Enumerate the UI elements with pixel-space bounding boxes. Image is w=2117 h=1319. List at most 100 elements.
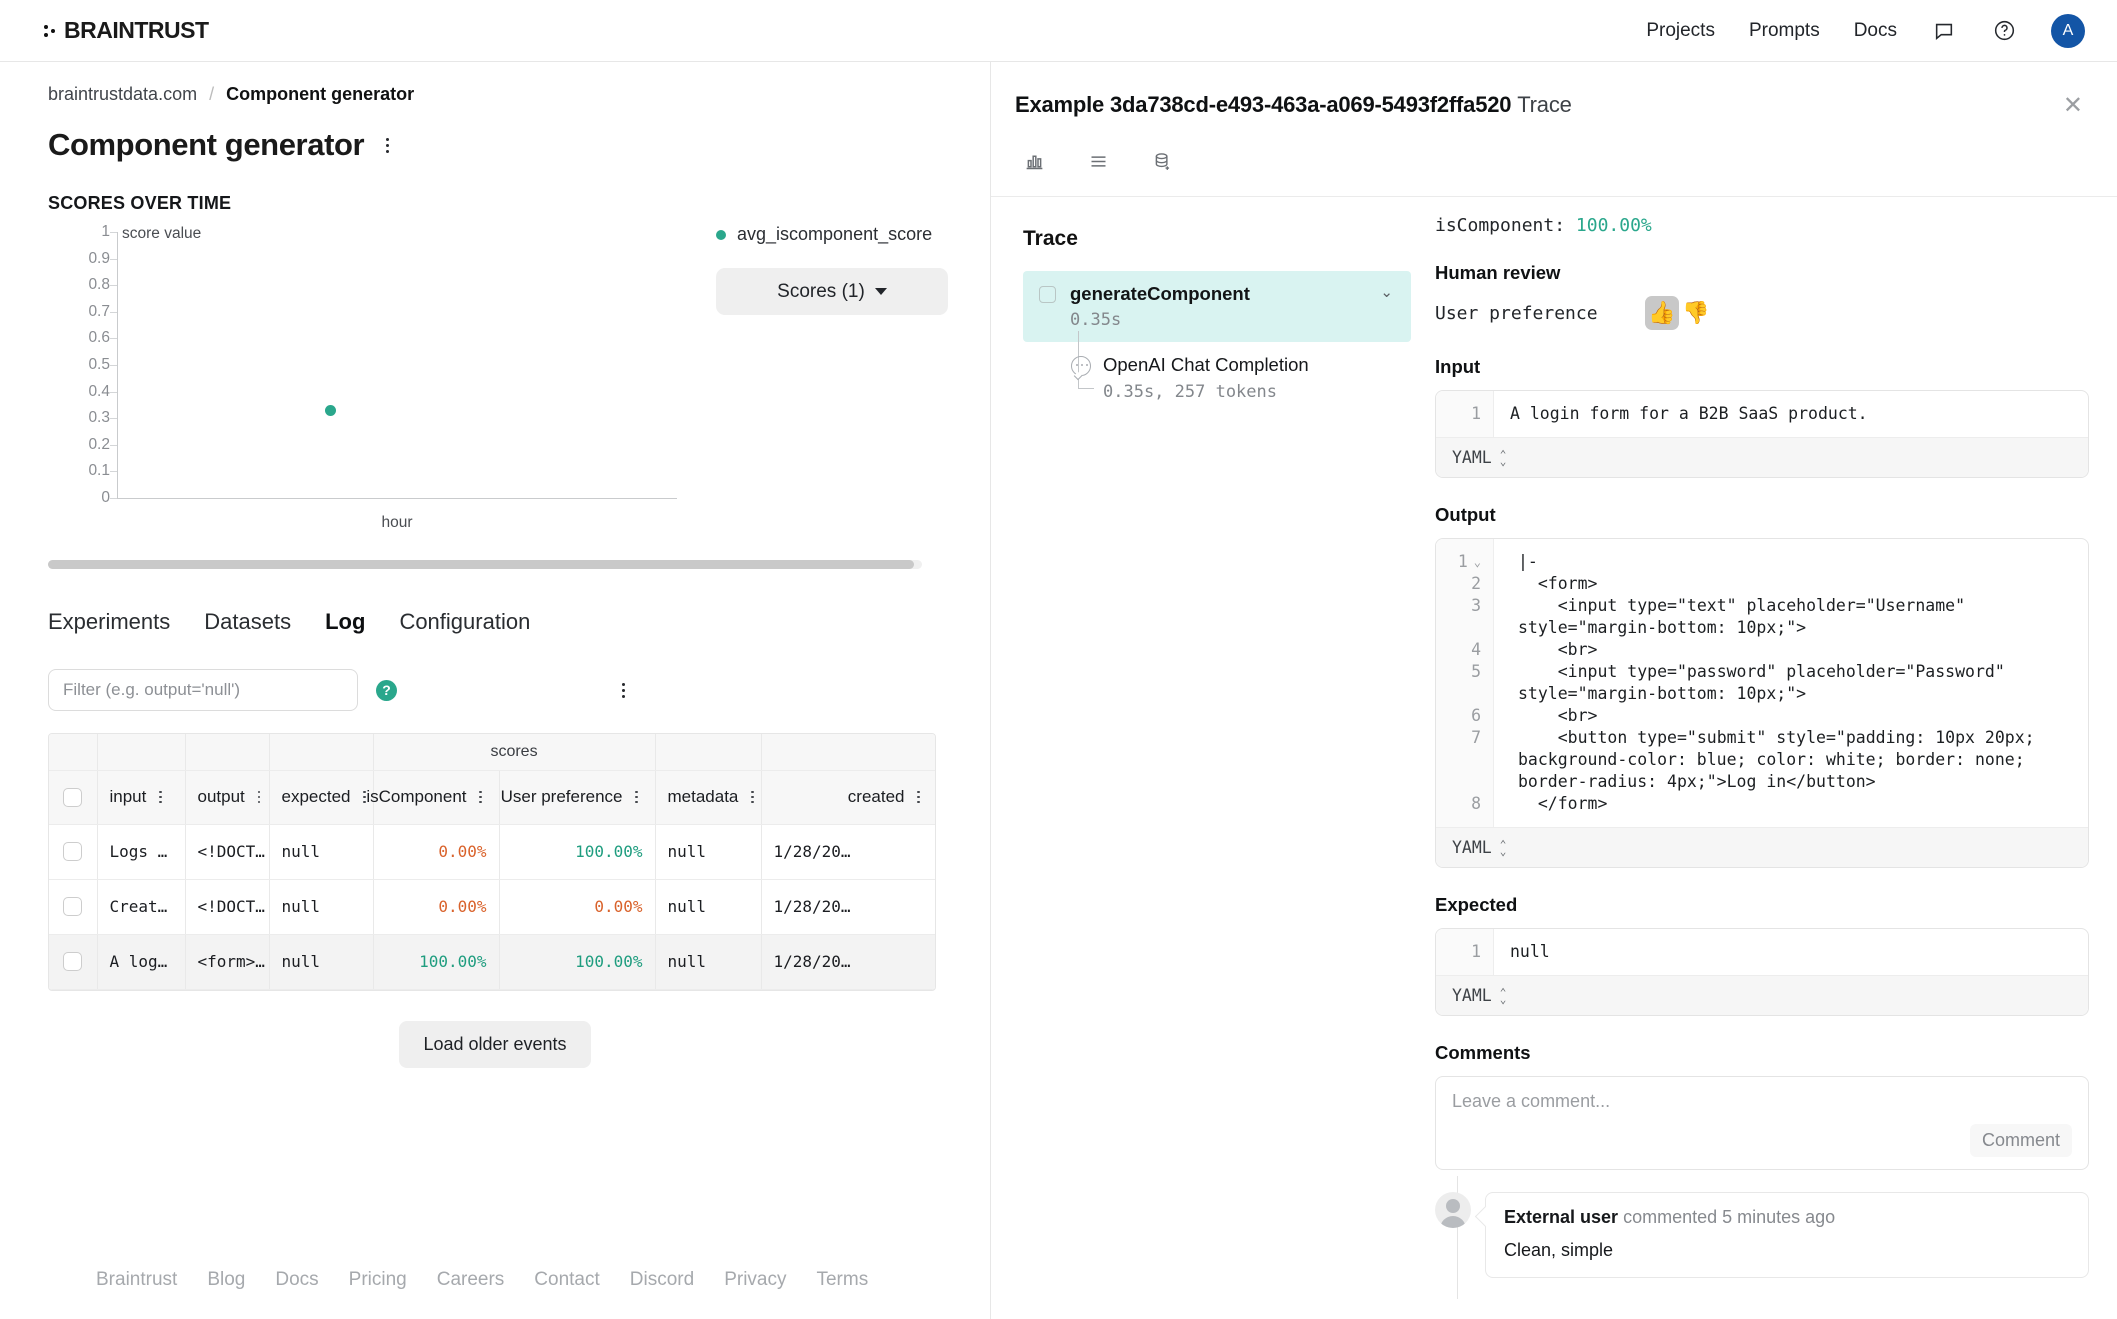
column-menu-icon-metadata[interactable] xyxy=(746,791,758,804)
comment-submit-button[interactable]: Comment xyxy=(1970,1124,2072,1157)
output-line-number: 8 xyxy=(1436,793,1493,815)
avatar[interactable]: A xyxy=(2051,14,2085,48)
tab-configuration[interactable]: Configuration xyxy=(399,609,530,635)
chart-y-tick-mark xyxy=(110,471,117,472)
nav-link-prompts[interactable]: Prompts xyxy=(1749,20,1820,42)
filter-input[interactable] xyxy=(48,669,358,711)
footer-link-careers[interactable]: Careers xyxy=(437,1269,505,1291)
chart-y-tick-mark xyxy=(110,365,117,366)
question-circle-icon[interactable] xyxy=(1991,18,2017,44)
page-kebab-menu-icon[interactable] xyxy=(378,134,396,156)
group-spacer-3 xyxy=(185,734,269,770)
footer-link-contact[interactable]: Contact xyxy=(534,1269,599,1291)
chart-x-axis xyxy=(117,498,677,499)
close-icon[interactable]: ✕ xyxy=(2063,94,2083,118)
chat-bubble-icon[interactable] xyxy=(1931,18,1957,44)
column-menu-icon-input[interactable] xyxy=(154,791,166,804)
column-label-expected: expected xyxy=(282,787,351,807)
table-row[interactable]: Creat…<!DOCT…null0.00%0.00%null1/28/20… xyxy=(49,879,936,934)
select-all-checkbox[interactable] xyxy=(63,788,82,807)
chart-title: SCORES OVER TIME xyxy=(48,193,990,214)
output-line-number: 5 xyxy=(1436,661,1493,705)
expected-format-selector[interactable]: YAML ⌃⌄ xyxy=(1436,975,2088,1015)
footer-link-blog[interactable]: Blog xyxy=(207,1269,245,1291)
chevron-down-icon xyxy=(875,288,887,295)
footer-link-braintrust[interactable]: Braintrust xyxy=(96,1269,177,1291)
row-select-cell[interactable] xyxy=(49,824,97,879)
nav-link-projects[interactable]: Projects xyxy=(1646,20,1715,42)
chart-horizontal-scrollbar[interactable] xyxy=(48,560,922,569)
row-checkbox[interactable] xyxy=(63,842,82,861)
column-menu-icon-output[interactable] xyxy=(253,791,265,804)
input-format-selector[interactable]: YAML ⌃⌄ xyxy=(1436,437,2088,477)
comment-composer[interactable]: Leave a comment... Comment xyxy=(1435,1076,2089,1170)
chart-data-point[interactable] xyxy=(325,405,336,416)
chart-y-tick-label: 0.3 xyxy=(88,409,110,427)
input-code-text[interactable]: A login form for a B2B SaaS product. xyxy=(1494,391,2088,437)
fold-chevron-icon[interactable]: ⌄ xyxy=(1474,551,1481,573)
footer-link-pricing[interactable]: Pricing xyxy=(349,1269,407,1291)
cell-iscomponent: 0.00% xyxy=(373,879,499,934)
trace-span-checkbox[interactable] xyxy=(1039,286,1056,303)
cell-user-preference: 0.00% xyxy=(499,879,655,934)
activity-event: External user set User preference to 1 ·… xyxy=(1435,1278,2089,1299)
tab-datasets[interactable]: Datasets xyxy=(204,609,291,635)
column-header-expected[interactable]: expected xyxy=(269,770,373,824)
chevron-down-icon[interactable]: ⌄ xyxy=(1380,283,1393,301)
breadcrumb-org[interactable]: braintrustdata.com xyxy=(48,84,197,104)
column-menu-icon-iscomponent[interactable] xyxy=(475,791,487,804)
footer-link-discord[interactable]: Discord xyxy=(630,1269,694,1291)
table-kebab-menu-icon[interactable] xyxy=(614,679,632,701)
column-header-user-preference[interactable]: User preference xyxy=(499,770,655,824)
chart-plot xyxy=(117,232,677,498)
bar-chart-icon[interactable] xyxy=(1019,146,1049,176)
column-header-iscomponent[interactable]: isComponent xyxy=(373,770,499,824)
database-plus-icon[interactable] xyxy=(1147,146,1177,176)
load-older-events-row: Load older events xyxy=(0,1021,990,1068)
table-row[interactable]: Logs …<!DOCT…null0.00%100.00%null1/28/20… xyxy=(49,824,936,879)
column-menu-icon-created[interactable] xyxy=(913,791,925,804)
column-header-metadata[interactable]: metadata xyxy=(655,770,761,824)
column-header-input[interactable]: input xyxy=(97,770,185,824)
tab-experiments[interactable]: Experiments xyxy=(48,609,170,635)
scrollbar-thumb[interactable] xyxy=(48,560,914,569)
table-row[interactable]: A log…<form>…null100.00%100.00%null1/28/… xyxy=(49,934,936,989)
chart-y-tick-label: 0.2 xyxy=(88,436,110,454)
column-menu-icon-user-preference[interactable] xyxy=(631,791,643,804)
chart-y-tick-mark xyxy=(110,312,117,313)
cell-output: <form>… xyxy=(185,934,269,989)
load-older-events-button[interactable]: Load older events xyxy=(399,1021,590,1068)
row-select-cell[interactable] xyxy=(49,879,97,934)
footer-link-terms[interactable]: Terms xyxy=(816,1269,868,1291)
nav-links: Projects Prompts Docs A xyxy=(1646,14,2085,48)
chart-y-tick-label: 1 xyxy=(101,223,110,241)
chart-x-axis-label: hour xyxy=(117,514,677,532)
brand-name: BRAINTRUST xyxy=(64,17,209,44)
breadcrumb-current: Component generator xyxy=(226,84,414,104)
detail-pane: isComponent: 100.00% Human review User p… xyxy=(1411,197,2117,1299)
output-format-selector[interactable]: YAML ⌃⌄ xyxy=(1436,827,2088,867)
nav-link-docs[interactable]: Docs xyxy=(1854,20,1897,42)
list-icon[interactable] xyxy=(1083,146,1113,176)
tab-log[interactable]: Log xyxy=(325,609,365,635)
comment-input-placeholder[interactable]: Leave a comment... xyxy=(1452,1091,2072,1112)
scores-selector-dropdown[interactable]: Scores (1) xyxy=(716,268,948,315)
trace-span-openai-chat-completion[interactable]: OpenAI Chat Completion 0.35s, 257 tokens xyxy=(1023,342,1411,402)
braintrust-logo[interactable]: BRAINTRUST xyxy=(44,17,209,44)
input-code-block: 1 A login form for a B2B SaaS product. Y… xyxy=(1435,390,2089,478)
trace-span-generatecomponent[interactable]: generateComponent 0.35s ⌄ xyxy=(1023,271,1411,342)
column-header-output[interactable]: output xyxy=(185,770,269,824)
thumbs-up-icon[interactable]: 👍 xyxy=(1645,296,1679,330)
row-checkbox[interactable] xyxy=(63,952,82,971)
output-code-text[interactable]: |- <form> <input type="text" placeholder… xyxy=(1493,539,2088,827)
column-header-created[interactable]: created xyxy=(761,770,936,824)
avatar xyxy=(1435,1192,1471,1228)
expected-code-text[interactable]: null xyxy=(1494,929,2088,975)
row-select-cell[interactable] xyxy=(49,934,97,989)
footer-link-docs[interactable]: Docs xyxy=(275,1269,318,1291)
footer-link-privacy[interactable]: Privacy xyxy=(724,1269,786,1291)
thumbs-down-icon[interactable]: 👎 xyxy=(1679,296,1713,330)
cell-input: Creat… xyxy=(97,879,185,934)
row-checkbox[interactable] xyxy=(63,897,82,916)
question-badge-icon[interactable]: ? xyxy=(376,680,397,701)
